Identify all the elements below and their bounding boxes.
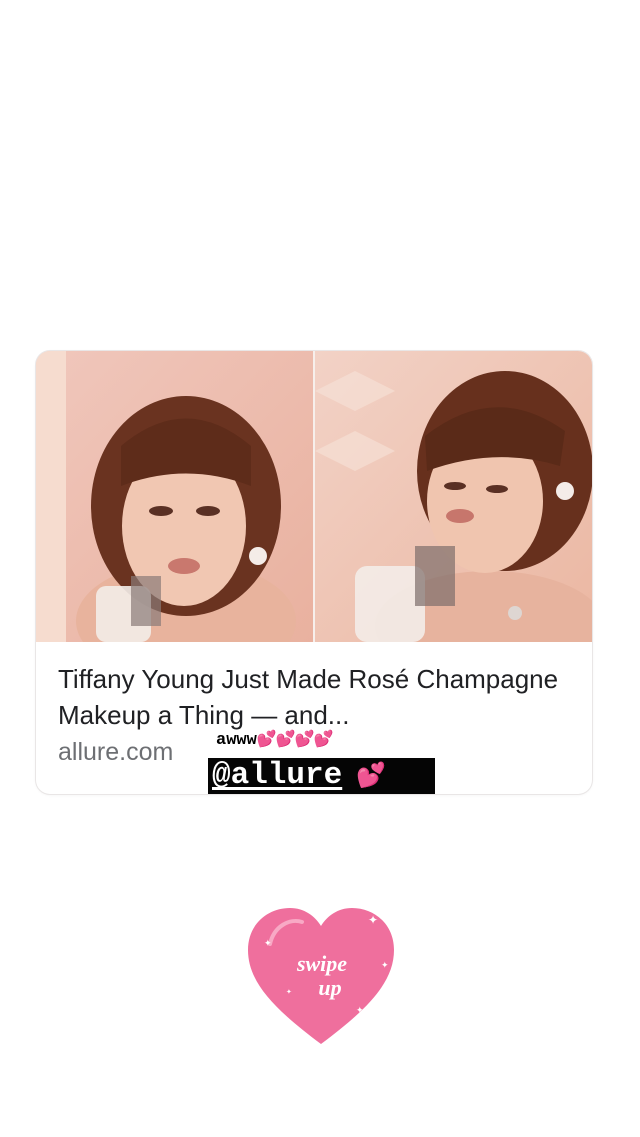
swipe-up-sticker[interactable]: ✦ ✦ ✦ ✦ ✦ swipe up xyxy=(244,904,398,1050)
heart-icon: 💕 xyxy=(356,764,387,791)
photo-right xyxy=(315,351,592,642)
photo-strip xyxy=(36,351,592,642)
photo-left xyxy=(36,351,313,642)
swipe-text: swipe xyxy=(296,951,347,976)
link-headline[interactable]: Tiffany Young Just Made Rosé Champagne M… xyxy=(58,661,578,733)
svg-text:✦: ✦ xyxy=(356,1006,364,1016)
mention-handle[interactable]: @allure xyxy=(212,758,342,793)
link-preview-card[interactable]: Tiffany Young Just Made Rosé Champagne M… xyxy=(36,351,592,794)
svg-text:✦: ✦ xyxy=(264,939,272,949)
up-text: up xyxy=(318,975,341,1000)
svg-text:✦: ✦ xyxy=(286,988,292,996)
awww-sticker: awww💕💕💕💕 xyxy=(216,729,333,755)
hearts-icon: 💕💕💕💕 xyxy=(256,731,334,749)
svg-text:✦: ✦ xyxy=(368,913,378,927)
svg-text:✦: ✦ xyxy=(381,961,389,971)
awww-text: awww xyxy=(216,731,257,750)
mention-sticker[interactable]: @allure 💕 xyxy=(208,758,435,794)
link-domain: allure.com xyxy=(58,738,174,766)
